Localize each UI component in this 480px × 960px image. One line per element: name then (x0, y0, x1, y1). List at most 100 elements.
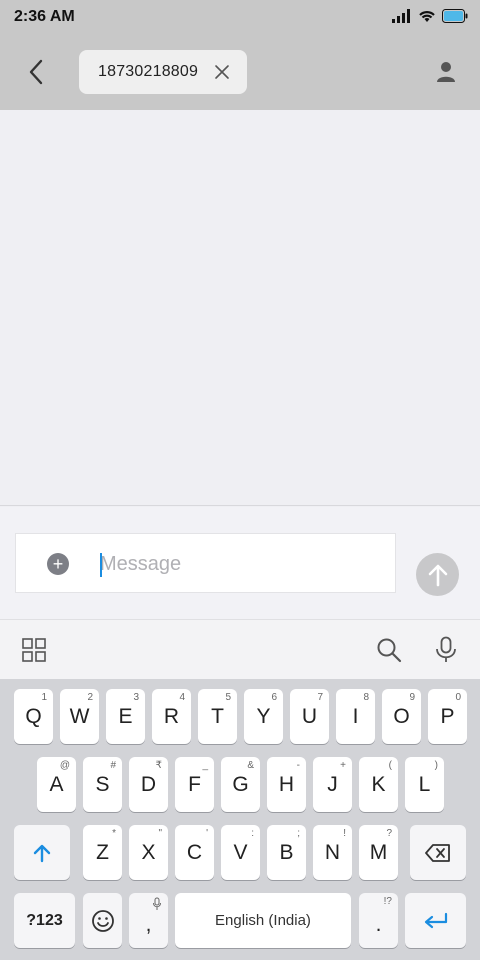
key-hint: * (112, 828, 116, 839)
recipient-chip[interactable]: 18730218809 (79, 50, 247, 94)
key-label: R (163, 704, 180, 728)
key-label: N (324, 840, 341, 864)
person-icon (437, 62, 455, 82)
smiley-icon (91, 909, 114, 932)
space-key[interactable]: English (India) (175, 893, 351, 948)
space-label: English (India) (215, 912, 311, 929)
key-hint: - (296, 760, 300, 771)
key-hint: 5 (225, 692, 231, 703)
key-hint: 3 (133, 692, 139, 703)
status-bar: 2:36 AM (0, 0, 480, 34)
key-label: X (141, 840, 156, 864)
key-f[interactable]: _ F (175, 757, 214, 812)
enter-key[interactable] (405, 893, 466, 948)
key-m[interactable]: ? M (359, 825, 398, 880)
enter-icon (424, 912, 447, 928)
key-label: T (211, 704, 224, 728)
backspace-key[interactable] (410, 825, 466, 880)
key-label: Y (256, 704, 271, 728)
key-hint: # (110, 760, 116, 771)
plus-icon: + (52, 554, 64, 574)
conversation-header: 18730218809 (0, 34, 480, 110)
comma-label: , (145, 912, 152, 936)
key-k[interactable]: (K (359, 757, 398, 812)
key-x[interactable]: " X (129, 825, 168, 880)
key-g[interactable]: & G (221, 757, 260, 812)
key-hint: ! (343, 828, 346, 839)
key-hint: + (340, 760, 346, 771)
key-label: J (327, 772, 338, 796)
key-h[interactable]: -H (267, 757, 306, 812)
key-label: P (440, 704, 455, 728)
key-label: E (118, 704, 133, 728)
key-p[interactable]: 0P (428, 689, 467, 744)
key-l[interactable]: ) L (405, 757, 444, 812)
key-label: B (279, 840, 294, 864)
key-w[interactable]: 2W (60, 689, 99, 744)
key-hint: _ (202, 760, 208, 771)
key-hint: 9 (409, 692, 415, 703)
key-hint: 1 (41, 692, 47, 703)
key-j[interactable]: + J (313, 757, 352, 812)
key-hint: 2 (87, 692, 93, 703)
key-hint: !? (383, 896, 392, 907)
key-y[interactable]: 6Y (244, 689, 283, 744)
key-label: U (301, 704, 318, 728)
emoji-key[interactable] (83, 893, 122, 948)
key-d[interactable]: ₹ D (129, 757, 168, 812)
arrow-up-icon (428, 564, 447, 586)
key-label: F (188, 772, 201, 796)
key-t[interactable]: 5T (198, 689, 237, 744)
key-hint: 6 (271, 692, 277, 703)
key-v[interactable]: :V (221, 825, 260, 880)
message-input[interactable] (100, 548, 380, 580)
search-icon[interactable] (376, 637, 402, 663)
key-z[interactable]: * Z (83, 825, 122, 880)
key-label: Z (96, 840, 109, 864)
key-n[interactable]: ! N (313, 825, 352, 880)
key-r[interactable]: 4R (152, 689, 191, 744)
key-label: D (140, 772, 157, 796)
key-label: G (232, 772, 249, 796)
key-hint: ' (206, 828, 208, 839)
add-attachment-button[interactable]: + (47, 553, 69, 575)
period-label: . (375, 912, 382, 936)
microphone-hint-icon (153, 897, 161, 910)
key-label: H (278, 772, 295, 796)
key-s[interactable]: # S (83, 757, 122, 812)
period-key[interactable]: !? . (359, 893, 398, 948)
key-label: A (49, 772, 64, 796)
key-q[interactable]: 1Q (14, 689, 53, 744)
key-label: Q (25, 704, 42, 728)
backspace-icon (425, 843, 450, 862)
send-button[interactable] (416, 553, 459, 596)
shift-arrow-icon (33, 844, 51, 862)
close-icon[interactable] (214, 64, 230, 80)
shift-key[interactable] (14, 825, 70, 880)
key-label: C (186, 840, 203, 864)
contact-button[interactable] (432, 58, 460, 86)
key-b[interactable]: ; B (267, 825, 306, 880)
symbols-label: ?123 (26, 911, 63, 929)
key-e[interactable]: 3E (106, 689, 145, 744)
key-hint: @ (59, 760, 70, 771)
microphone-icon[interactable] (433, 636, 459, 664)
key-i[interactable]: 8I (336, 689, 375, 744)
key-u[interactable]: 7U (290, 689, 329, 744)
apps-grid-icon[interactable] (22, 638, 46, 662)
key-label: V (233, 840, 248, 864)
key-label: K (371, 772, 386, 796)
keyboard: 1Q 2W 3E 4R 5T 6Y 7U 8I 9O 0P @ A # S ₹ D _… (0, 679, 480, 960)
symbols-key[interactable]: ?123 (14, 893, 75, 948)
comma-key[interactable]: , (129, 893, 168, 948)
key-o[interactable]: 9O (382, 689, 421, 744)
key-hint: ? (386, 828, 392, 839)
keyboard-toolbar (0, 619, 480, 679)
text-caret (100, 553, 102, 577)
back-button[interactable] (18, 54, 54, 90)
key-c[interactable]: ' C (175, 825, 214, 880)
key-label: L (418, 772, 431, 796)
status-time: 2:36 AM (14, 8, 75, 25)
key-a[interactable]: @ A (37, 757, 76, 812)
key-hint: 7 (317, 692, 323, 703)
